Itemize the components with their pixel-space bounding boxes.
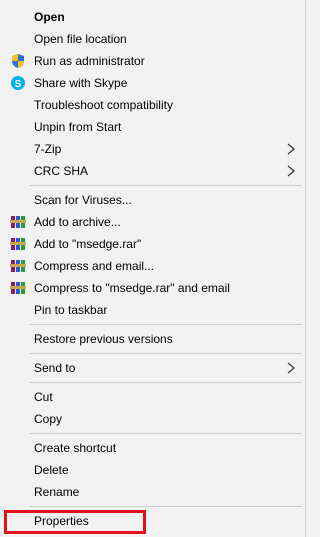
menu-item-cut-label: Cut bbox=[34, 390, 53, 404]
chevron-right-icon bbox=[286, 143, 296, 155]
menu-item-create-shortcut[interactable]: Create shortcut bbox=[0, 437, 306, 459]
menu-item-troubleshoot-compatibility[interactable]: Troubleshoot compatibility bbox=[0, 94, 306, 116]
context-menu: Open Open file location Run as administr… bbox=[0, 0, 306, 537]
menu-item-compress-and-email-label: Compress and email... bbox=[34, 259, 155, 273]
menu-item-pin-to-taskbar-label: Pin to taskbar bbox=[34, 303, 108, 317]
chevron-right-icon bbox=[286, 165, 296, 177]
menu-item-rename-label: Rename bbox=[34, 485, 80, 499]
menu-item-troubleshoot-compatibility-label: Troubleshoot compatibility bbox=[34, 98, 173, 112]
menu-item-unpin-from-start[interactable]: Unpin from Start bbox=[0, 116, 306, 138]
menu-item-add-to-archive[interactable]: Add to archive... bbox=[0, 211, 306, 233]
menu-item-delete[interactable]: Delete bbox=[0, 459, 306, 481]
menu-item-compress-to-msedge-rar-and-email-label: Compress to "msedge.rar" and email bbox=[34, 281, 230, 295]
winrar-icon bbox=[10, 258, 26, 274]
menu-separator bbox=[30, 382, 302, 383]
menu-item-add-to-msedge-rar-label: Add to "msedge.rar" bbox=[34, 237, 142, 251]
menu-item-run-as-administrator[interactable]: Run as administrator bbox=[0, 50, 306, 72]
menu-item-create-shortcut-label: Create shortcut bbox=[34, 441, 117, 455]
menu-separator bbox=[30, 353, 302, 354]
winrar-icon bbox=[10, 280, 26, 296]
menu-item-open[interactable]: Open bbox=[0, 6, 306, 28]
menu-item-7zip-label: 7-Zip bbox=[34, 142, 62, 156]
menu-item-restore-previous-versions[interactable]: Restore previous versions bbox=[0, 328, 306, 350]
menu-separator bbox=[30, 324, 302, 325]
menu-item-scan-for-viruses[interactable]: Scan for Viruses... bbox=[0, 189, 306, 211]
menu-item-rename[interactable]: Rename bbox=[0, 481, 306, 503]
menu-item-cut[interactable]: Cut bbox=[0, 386, 306, 408]
skype-icon: S bbox=[10, 75, 26, 91]
menu-item-scan-for-viruses-label: Scan for Viruses... bbox=[34, 193, 132, 207]
menu-item-crc-sha-label: CRC SHA bbox=[34, 164, 89, 178]
menu-item-add-to-msedge-rar[interactable]: Add to "msedge.rar" bbox=[0, 233, 306, 255]
menu-item-share-with-skype-label: Share with Skype bbox=[34, 76, 128, 90]
menu-item-pin-to-taskbar[interactable]: Pin to taskbar bbox=[0, 299, 306, 321]
menu-item-unpin-from-start-label: Unpin from Start bbox=[34, 120, 122, 134]
menu-item-copy[interactable]: Copy bbox=[0, 408, 306, 430]
menu-item-open-file-location[interactable]: Open file location bbox=[0, 28, 306, 50]
menu-item-7zip[interactable]: 7-Zip bbox=[0, 138, 306, 160]
chevron-right-icon bbox=[286, 362, 296, 374]
menu-item-send-to-label: Send to bbox=[34, 361, 76, 375]
menu-item-crc-sha[interactable]: CRC SHA bbox=[0, 160, 306, 182]
properties-highlight-box bbox=[4, 510, 146, 534]
menu-separator bbox=[30, 185, 302, 186]
menu-item-run-as-administrator-label: Run as administrator bbox=[34, 54, 145, 68]
menu-item-compress-to-msedge-rar-and-email[interactable]: Compress to "msedge.rar" and email bbox=[0, 277, 306, 299]
menu-item-delete-label: Delete bbox=[34, 463, 69, 477]
menu-separator bbox=[30, 506, 302, 507]
menu-separator bbox=[30, 433, 302, 434]
svg-text:S: S bbox=[15, 79, 22, 90]
menu-item-restore-previous-versions-label: Restore previous versions bbox=[34, 332, 173, 346]
menu-item-open-file-location-label: Open file location bbox=[34, 32, 127, 46]
menu-item-share-with-skype[interactable]: S Share with Skype bbox=[0, 72, 306, 94]
winrar-icon bbox=[10, 214, 26, 230]
menu-item-compress-and-email[interactable]: Compress and email... bbox=[0, 255, 306, 277]
uac-shield-icon bbox=[10, 53, 26, 69]
menu-item-open-label: Open bbox=[34, 10, 65, 24]
winrar-icon bbox=[10, 236, 26, 252]
menu-item-send-to[interactable]: Send to bbox=[0, 357, 306, 379]
menu-item-copy-label: Copy bbox=[34, 412, 63, 426]
menu-item-add-to-archive-label: Add to archive... bbox=[34, 215, 121, 229]
